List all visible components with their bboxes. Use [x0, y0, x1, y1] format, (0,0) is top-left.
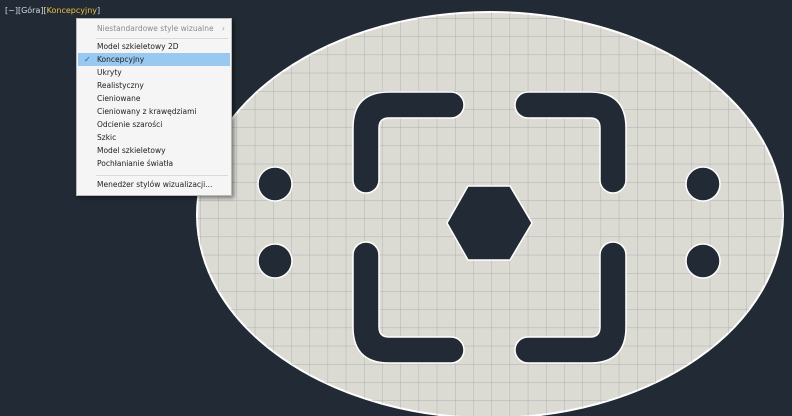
viewport-controls-prefix[interactable]: [−][	[5, 6, 21, 15]
menu-item-label: Pochłanianie światła	[97, 159, 174, 168]
hole-left-bottom	[257, 243, 293, 279]
menu-item-wireframe-2d[interactable]: Model szkieletowy 2D	[78, 40, 230, 53]
menu-item-label: Odcienie szarości	[97, 120, 163, 129]
menu-item-label: Menedżer stylów wizualizacji...	[97, 180, 213, 189]
menu-item-shaded[interactable]: Cieniowane	[78, 92, 230, 105]
menu-item-label: Cieniowany z krawędziami	[97, 107, 197, 116]
hole-left-top	[257, 166, 293, 202]
menu-item-x-ray[interactable]: Pochłanianie światła	[78, 157, 230, 170]
menu-item-realistic[interactable]: Realistyczny	[78, 79, 230, 92]
menu-item-label: Model szkieletowy 2D	[97, 42, 179, 51]
menu-item-conceptual[interactable]: ✓ Koncepcyjny	[78, 53, 230, 66]
visual-styles-menu: Niestandardowe style wizualne › Model sz…	[76, 18, 232, 196]
menu-item-label: Realistyczny	[97, 81, 144, 90]
menu-item-label: Cieniowane	[97, 94, 141, 103]
menu-item-hidden[interactable]: Ukryty	[78, 66, 230, 79]
viewport-controls-suffix: ]	[97, 6, 101, 15]
menu-separator	[96, 38, 228, 39]
hole-right-top	[685, 166, 721, 202]
menu-separator	[96, 175, 228, 176]
menu-item-custom-styles[interactable]: Niestandardowe style wizualne ›	[78, 22, 230, 35]
menu-item-sketchy[interactable]: Szkic	[78, 131, 230, 144]
check-icon: ✓	[84, 55, 91, 64]
menu-item-shaded-with-edges[interactable]: Cieniowany z krawędziami	[78, 105, 230, 118]
visual-style-label[interactable]: Koncepcyjny	[47, 6, 97, 15]
submenu-arrow-icon: ›	[221, 24, 225, 33]
menu-item-label: Szkic	[97, 133, 117, 142]
viewport-controls: [−][Góra][Koncepcyjny]	[5, 6, 100, 16]
menu-item-label: Koncepcyjny	[97, 55, 145, 64]
menu-item-label: Niestandardowe style wizualne	[97, 24, 214, 33]
menu-item-wireframe[interactable]: Model szkieletowy	[78, 144, 230, 157]
view-label[interactable]: Góra	[21, 6, 40, 15]
menu-item-shades-of-gray[interactable]: Odcienie szarości	[78, 118, 230, 131]
menu-item-label: Ukryty	[97, 68, 122, 77]
menu-item-visual-styles-manager[interactable]: Menedżer stylów wizualizacji...	[78, 178, 230, 191]
menu-item-label: Model szkieletowy	[97, 146, 166, 155]
hole-right-bottom	[685, 243, 721, 279]
drawing-viewport[interactable]: [−][Góra][Koncepcyjny] Niestandardowe st…	[0, 0, 792, 416]
